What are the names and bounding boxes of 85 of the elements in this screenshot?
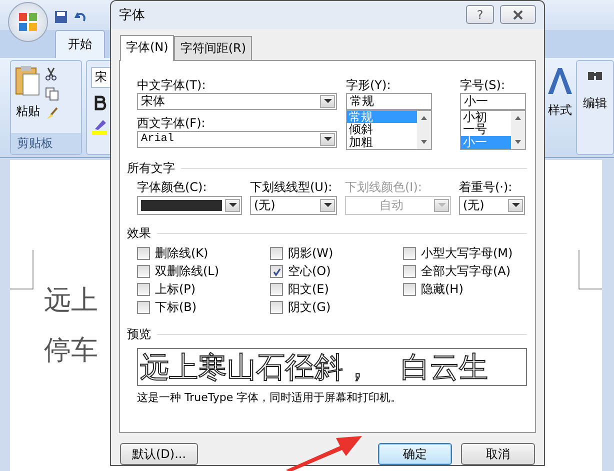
copy-icon[interactable] <box>45 87 59 101</box>
checkbox-label: 空心(O) <box>288 263 331 280</box>
caret-icon <box>324 203 332 208</box>
corner-mark-icon <box>578 250 602 290</box>
checkbox[interactable] <box>403 283 416 296</box>
checkbox-label: 删除线(K) <box>155 245 208 262</box>
checkbox[interactable] <box>137 301 150 314</box>
corner-mark-icon <box>10 250 34 290</box>
checkbox-label: 隐藏(H) <box>421 281 464 298</box>
checkbox-label: 阳文(E) <box>288 281 329 298</box>
document-text: 远上 <box>44 284 98 318</box>
scissors-icon[interactable] <box>45 67 57 81</box>
default-button[interactable]: 默认(D)... <box>120 443 198 465</box>
field-label: 字体颜色(C): <box>137 178 208 195</box>
paste-button[interactable]: 粘贴 <box>16 103 40 120</box>
checkbox-label: 全部大写字母(A) <box>421 263 511 280</box>
logo <box>18 12 38 32</box>
field-label: 下划线颜色(I): <box>345 178 423 195</box>
checkbox[interactable] <box>137 247 150 260</box>
scrollbar[interactable] <box>511 110 525 149</box>
size-field[interactable]: 小一 <box>460 92 526 110</box>
scroll-arrows-icon <box>515 114 521 145</box>
checkbox[interactable] <box>270 265 283 278</box>
checkbox[interactable] <box>137 265 150 278</box>
list-item[interactable]: 小初 <box>461 110 511 124</box>
western-font-dropdown[interactable]: Arial <box>137 130 337 148</box>
chinese-font-dropdown[interactable]: 宋体 <box>137 92 337 110</box>
checkbox-label: 阴影(W) <box>288 245 334 262</box>
field-label: 字形(Y): <box>346 76 392 93</box>
list-item[interactable]: 加粗 <box>347 136 417 149</box>
field-label: 西文字体(F): <box>137 114 206 131</box>
field-label: 着重号(·): <box>459 178 514 195</box>
highlighter-icon[interactable] <box>91 118 109 136</box>
editing-button[interactable]: 编辑 <box>583 95 607 112</box>
font-note: 这是一种 TrueType 字体，同时适用于屏幕和打印机。 <box>137 390 403 405</box>
scroll-arrows-icon <box>421 114 427 145</box>
dropdown[interactable]: (无) <box>459 196 525 215</box>
field-label: 中文字体(T): <box>137 76 207 93</box>
save-icon[interactable] <box>54 10 68 24</box>
caret-icon <box>438 203 446 208</box>
checkbox-label: 双删除线(L) <box>155 263 220 280</box>
document-text: 停车 <box>44 334 98 368</box>
checkbox[interactable] <box>270 283 283 296</box>
checkbox-label: 小型大写字母(M) <box>421 245 513 262</box>
checkbox[interactable] <box>137 283 150 296</box>
list-item[interactable]: 倾斜 <box>347 123 417 136</box>
brush-icon[interactable] <box>45 107 59 121</box>
checkbox-label: 下标(B) <box>155 299 197 316</box>
checkbox-label: 上标(P) <box>155 281 196 298</box>
window-title: 字体 <box>119 6 146 24</box>
checkbox[interactable] <box>403 265 416 278</box>
dialog-tab[interactable]: 字符间距(R) <box>174 36 252 60</box>
dropdown[interactable]: (无) <box>250 196 337 215</box>
section-heading: 效果 <box>127 224 151 242</box>
checkbox[interactable] <box>270 247 283 260</box>
preview-text: 远上寒山石径斜， 白云生 <box>140 350 488 384</box>
caret-icon <box>228 203 236 208</box>
scrollbar[interactable] <box>417 110 431 149</box>
field-label: 下划线线型(U): <box>250 178 334 195</box>
style-field[interactable]: 常规 <box>346 92 432 110</box>
caret-icon <box>324 99 332 104</box>
caret-icon <box>512 203 520 208</box>
section-heading: 所有文字 <box>127 160 175 177</box>
font-color-dropdown[interactable] <box>137 196 242 215</box>
checkbox-label: 阴文(G) <box>288 299 331 316</box>
checkbox[interactable] <box>403 247 416 260</box>
group-label: 剪贴板 <box>11 133 81 154</box>
section-heading: 预览 <box>127 326 151 343</box>
close-button[interactable] <box>500 5 536 24</box>
styles-icon[interactable] <box>546 66 572 96</box>
help-button[interactable]: ? <box>466 5 494 24</box>
close-icon <box>513 10 523 20</box>
binoculars-icon[interactable] <box>587 69 603 81</box>
undo-icon[interactable] <box>74 10 88 24</box>
cancel-button[interactable]: 取消 <box>461 443 535 465</box>
caret-icon <box>324 137 332 142</box>
field-label: 字号(S): <box>460 76 506 93</box>
styles-button[interactable]: 样式 <box>548 102 572 119</box>
checkbox[interactable] <box>270 301 283 314</box>
list-item[interactable]: 一号 <box>461 123 511 136</box>
dialog-tab[interactable]: 字体(N) <box>120 34 174 61</box>
clipboard-icon[interactable] <box>15 65 41 97</box>
home-tab[interactable]: 开始 <box>55 30 105 58</box>
office-button[interactable] <box>8 2 48 42</box>
ok-button[interactable]: 确定 <box>378 443 452 465</box>
